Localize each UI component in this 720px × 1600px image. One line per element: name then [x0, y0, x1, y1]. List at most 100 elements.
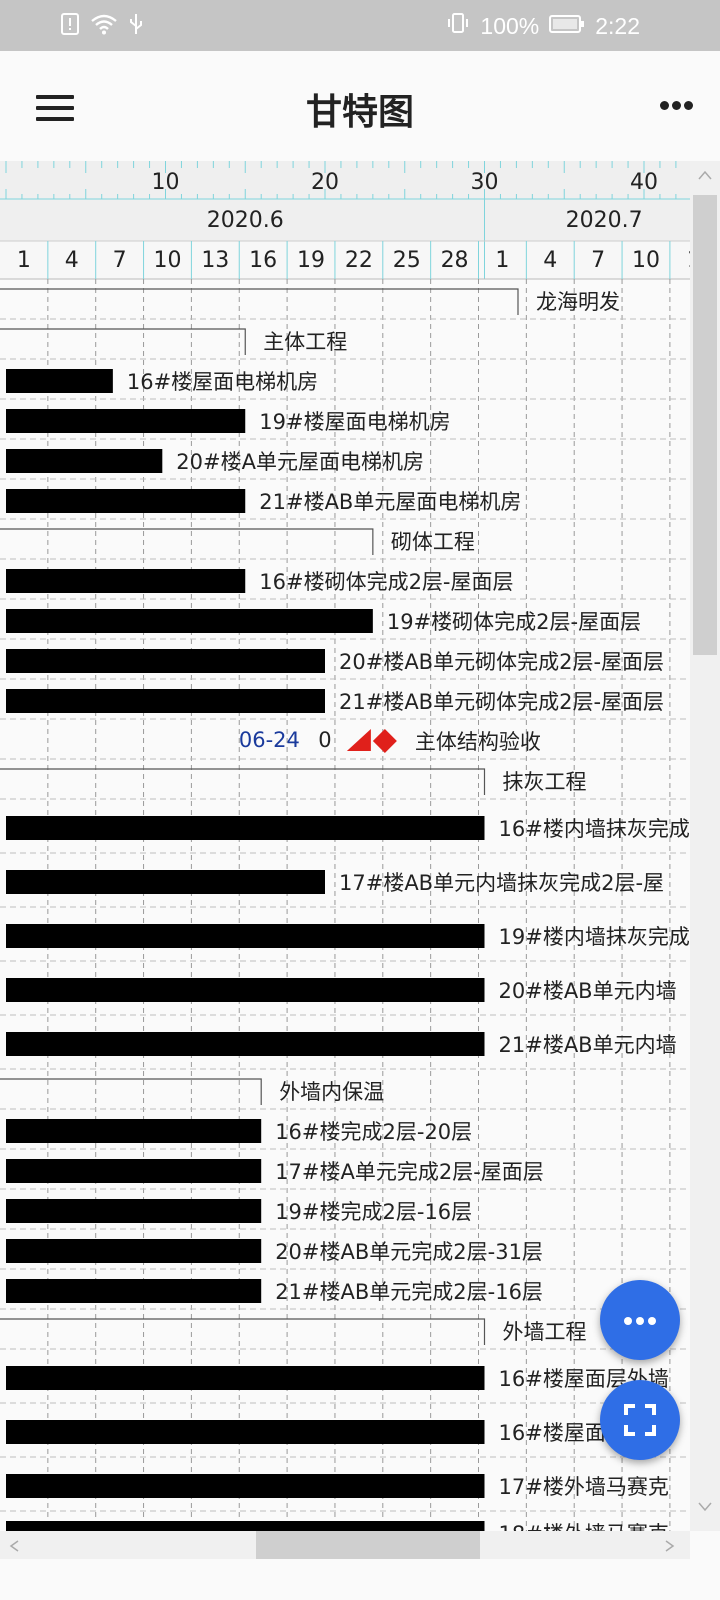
- more-actions-button[interactable]: [600, 1280, 680, 1360]
- vertical-scroll-thumb[interactable]: [693, 195, 717, 655]
- task-bar[interactable]: [6, 649, 325, 673]
- task-bar[interactable]: [6, 449, 163, 473]
- task-bar[interactable]: [6, 1474, 485, 1498]
- usb-icon: [128, 12, 144, 42]
- task-bar[interactable]: [6, 1199, 262, 1223]
- task-bar[interactable]: [6, 689, 325, 713]
- task-label: 20#楼AB单元砌体完成2层-屋面层: [339, 650, 664, 674]
- task-label: 17#楼AB单元内墙抹灰完成2层-屋: [339, 871, 664, 895]
- task-label: 16#楼屋面电梯机房: [127, 370, 318, 394]
- day-label: 1: [17, 248, 31, 273]
- task-bar[interactable]: [6, 1279, 262, 1303]
- day-label: 19: [297, 248, 325, 273]
- task-label: 21#楼AB单元砌体完成2层-屋面层: [339, 690, 664, 714]
- task-label: 20#楼AB单元完成2层-31层: [275, 1240, 543, 1264]
- month-label: 2020.7: [566, 208, 643, 233]
- task-label: 16#楼砌体完成2层-屋面层: [259, 570, 513, 594]
- status-left-icons: [60, 12, 144, 42]
- month-label: 2020.6: [207, 208, 284, 233]
- group-label: 抹灰工程: [503, 770, 587, 794]
- task-bar[interactable]: [6, 369, 113, 393]
- fullscreen-icon: [624, 1404, 656, 1436]
- page-title: 甘特图: [305, 92, 414, 133]
- status-right: 100% 2:22: [446, 11, 640, 41]
- status-bar: 100% 2:22: [0, 0, 720, 51]
- wifi-icon: [90, 13, 118, 41]
- more-options-icon[interactable]: [660, 101, 694, 111]
- ruler-label: 30: [471, 170, 499, 195]
- task-label: 主体结构验收: [415, 730, 541, 754]
- scroll-up-icon[interactable]: [697, 169, 713, 181]
- bottom-area: [0, 1559, 720, 1600]
- task-bar[interactable]: [6, 1032, 485, 1056]
- sim-alert-icon: [60, 12, 80, 42]
- group-label: 主体工程: [263, 330, 347, 354]
- task-bar[interactable]: [6, 609, 373, 633]
- summary-bracket: [0, 768, 486, 795]
- day-label: 10: [153, 248, 181, 273]
- gantt-chart[interactable]: 10 20 30 40 2020.6 2020.7 1 4 7 10 13 16 19 22 25 28 1 4 7…: [0, 161, 690, 1531]
- ruler-label: 40: [630, 170, 658, 195]
- milestone-duration: 0: [318, 728, 331, 752]
- fullscreen-button[interactable]: [600, 1380, 680, 1460]
- summary-bracket: [0, 328, 246, 355]
- group-label: 外墙工程: [503, 1320, 587, 1344]
- group-label: 砌体工程: [391, 530, 475, 554]
- day-label: 13: [201, 248, 229, 273]
- day-label: 10: [632, 248, 660, 273]
- task-bar[interactable]: [6, 1521, 485, 1531]
- task-bar[interactable]: [6, 409, 246, 433]
- summary-bracket: [0, 528, 374, 555]
- task-bar[interactable]: [6, 1119, 262, 1143]
- summary-bracket: [0, 1078, 262, 1105]
- task-bar[interactable]: [6, 1366, 485, 1390]
- task-label: 19#楼屋面电梯机房: [259, 410, 450, 434]
- day-label: 25: [393, 248, 421, 273]
- task-bar[interactable]: [6, 978, 485, 1002]
- task-label: 21#楼AB单元完成2层-16层: [275, 1280, 543, 1304]
- day-label: 1: [495, 248, 509, 273]
- task-bar[interactable]: [6, 924, 485, 948]
- battery-percent: 100%: [480, 12, 540, 39]
- vibrate-icon: [446, 11, 470, 41]
- summary-bracket: [0, 288, 519, 315]
- milestone-diamond-icon[interactable]: [372, 729, 397, 753]
- day-label: 4: [543, 248, 557, 273]
- task-bar[interactable]: [6, 816, 485, 840]
- task-label: 16#楼完成2层-20层: [275, 1120, 472, 1144]
- day-label: 22: [345, 248, 373, 273]
- group-label: 龙海明发: [536, 290, 620, 314]
- task-label: 16#楼屋面: [499, 1421, 606, 1445]
- task-label: 21#楼AB单元内墙: [499, 1033, 677, 1057]
- day-label: 4: [65, 248, 79, 273]
- task-label: 18#楼外墙马赛克: [499, 1522, 669, 1531]
- milestone-flag-icon: [346, 729, 371, 751]
- ruler-label: 20: [311, 170, 339, 195]
- task-label: 21#楼AB单元屋面电梯机房: [259, 490, 521, 514]
- scroll-left-icon[interactable]: [8, 1539, 20, 1553]
- task-bar[interactable]: [6, 1239, 262, 1263]
- task-bar[interactable]: [6, 569, 246, 593]
- milestone-date: 06-24: [239, 728, 300, 752]
- clock: 2:22: [595, 12, 640, 39]
- task-label: 17#楼外墙马赛克: [499, 1475, 669, 1499]
- task-label: 19#楼内墙抹灰完成: [499, 925, 690, 949]
- task-label: 17#楼A单元完成2层-屋面层: [275, 1160, 544, 1184]
- app-bar: 甘特图: [0, 51, 720, 161]
- task-label: 20#楼AB单元内墙: [499, 979, 677, 1003]
- task-bar[interactable]: [6, 489, 246, 513]
- group-label: 外墙内保温: [279, 1080, 384, 1104]
- ruler-label: 10: [152, 170, 180, 195]
- gantt-canvas[interactable]: 10 20 30 40 2020.6 2020.7 1 4 7 10 13 16 19 22 25 28 1 4 7…: [0, 161, 690, 1531]
- task-bar[interactable]: [6, 1159, 262, 1183]
- horizontal-scroll-thumb[interactable]: [256, 1531, 480, 1559]
- task-label: 19#楼砌体完成2层-屋面层: [387, 610, 641, 634]
- task-label: 19#楼完成2层-16层: [275, 1200, 472, 1224]
- task-bar[interactable]: [6, 1420, 485, 1444]
- scroll-down-icon[interactable]: [697, 1501, 713, 1513]
- day-label: 16: [249, 248, 277, 273]
- scroll-right-icon[interactable]: [664, 1539, 676, 1553]
- day-label: 28: [441, 248, 469, 273]
- task-bar[interactable]: [6, 870, 325, 894]
- task-label: 20#楼A单元屋面电梯机房: [176, 450, 424, 474]
